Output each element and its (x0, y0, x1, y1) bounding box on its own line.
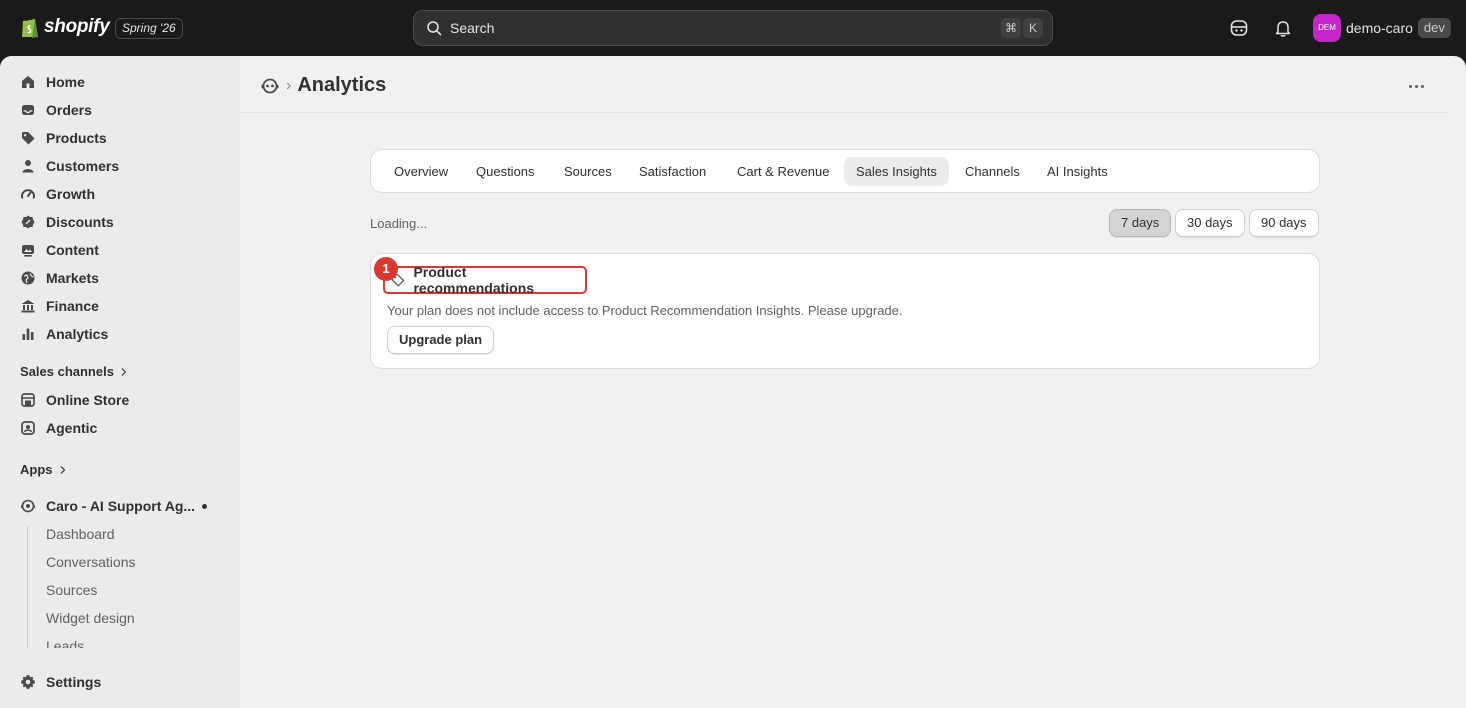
content-icon (22, 245, 34, 257)
release-badge: Spring '26 (115, 18, 183, 39)
subnav-rail (27, 526, 28, 648)
sidebar-item-label: Content (46, 242, 99, 258)
card-title: Product recommendations (413, 264, 535, 296)
env-badge: dev (1417, 18, 1451, 38)
search-placeholder: Search (450, 20, 495, 36)
sidebar-item-label: Orders (46, 102, 92, 118)
sidebar-item-growth[interactable]: Growth (12, 180, 228, 208)
bank-icon (21, 300, 35, 313)
sidebar-item-orders[interactable]: Orders (12, 96, 228, 124)
tab-sales-insights[interactable]: Sales Insights (844, 157, 949, 186)
sidebar-item-products[interactable]: Products (12, 124, 228, 152)
subnav-item-widget-design[interactable]: Widget design (46, 610, 135, 626)
app-name-label: Caro - AI Support Ag... (46, 498, 196, 514)
sidebar-item-label: Analytics (46, 326, 109, 342)
gear-icon (21, 675, 35, 689)
store-icon (21, 393, 35, 407)
shortcut-k-key: K (1023, 18, 1043, 38)
sidebar-item-label: Settings (46, 674, 102, 690)
sidebar-item-customers[interactable]: Customers (12, 152, 228, 180)
upgrade-plan-button[interactable]: Upgrade plan (387, 326, 495, 354)
upgrade-message: Your plan does not include access to Pro… (387, 303, 903, 318)
sidebar-item-settings[interactable]: Settings (12, 668, 228, 696)
sidebar-item-caro-app[interactable]: Caro - AI Support Ag... (12, 492, 228, 520)
search-bar[interactable]: Search ⌘ K (413, 10, 1053, 46)
tab-satisfaction[interactable]: Satisfaction (627, 157, 718, 186)
sidebar-item-label: Agentic (46, 420, 98, 436)
subnav-item-conversations[interactable]: Conversations (46, 554, 136, 570)
gauge-icon (21, 189, 35, 199)
globe-icon (21, 271, 35, 285)
sidebar-item-home[interactable]: Home (12, 68, 228, 96)
analytics-tabs: Overview Questions Sources Satisfaction … (370, 149, 1320, 193)
sidebar-item-label: Products (46, 130, 107, 146)
inbox-icon (22, 105, 34, 115)
search-icon (427, 21, 442, 36)
sidebar-item-label: Growth (46, 186, 95, 202)
sidebar-item-markets[interactable]: Markets (12, 264, 228, 292)
discount-icon (21, 215, 35, 229)
sidebar-item-label: Finance (46, 298, 99, 314)
sidebar-item-agentic[interactable]: Agentic (12, 414, 228, 442)
admin-shell: Home Orders Products Customers Growth Di… (0, 56, 1466, 708)
tab-cart-revenue[interactable]: Cart & Revenue (725, 157, 842, 186)
store-avatar: DEM (1313, 14, 1341, 42)
subnav-item-sources[interactable]: Sources (46, 582, 97, 598)
tab-overview[interactable]: Overview (382, 157, 460, 186)
breadcrumb-separator: › (286, 76, 292, 94)
header-divider (240, 112, 1448, 113)
top-bar: shopify Spring '26 Search ⌘ K DEM demo-c… (0, 0, 1466, 56)
sidebar-item-discounts[interactable]: Discounts (12, 208, 228, 236)
main-content: › Analytics Overview Questions Sources S… (240, 56, 1466, 708)
chevron-right-icon (121, 367, 127, 376)
loading-status: Loading... (370, 216, 428, 231)
apps-heading[interactable]: Apps (20, 462, 67, 477)
sidebar-item-label: Customers (46, 158, 120, 174)
shortcut-cmd-key: ⌘ (1001, 18, 1021, 38)
range-30-days-button[interactable]: 30 days (1175, 209, 1245, 237)
person-icon (22, 160, 34, 173)
shopify-logo[interactable]: shopify (20, 15, 110, 39)
sidebar-item-label: Online Store (46, 392, 130, 408)
sidebar-item-online-store[interactable]: Online Store (12, 386, 228, 414)
home-icon (22, 76, 34, 88)
sidebar-item-label: Discounts (46, 214, 114, 230)
sidebar: Home Orders Products Customers Growth Di… (0, 56, 240, 708)
tab-sources[interactable]: Sources (552, 157, 624, 186)
shopify-wordmark: shopify (44, 16, 110, 37)
sales-channels-heading[interactable]: Sales channels (20, 364, 128, 379)
tab-questions[interactable]: Questions (464, 157, 547, 186)
tag-icon (22, 132, 35, 145)
more-actions-icon[interactable] (1404, 76, 1428, 96)
notification-bell-icon[interactable] (1273, 18, 1293, 38)
sidebar-item-label: Home (46, 74, 85, 90)
sidebar-item-finance[interactable]: Finance (12, 292, 228, 320)
caro-app-icon[interactable] (260, 76, 280, 96)
range-7-days-button[interactable]: 7 days (1109, 209, 1172, 237)
card-title-highlight[interactable]: Product recommendations (383, 264, 587, 296)
tab-ai-insights[interactable]: AI Insights (1035, 157, 1120, 186)
caro-app-icon (21, 499, 35, 513)
sidebar-item-analytics[interactable]: Analytics (12, 320, 228, 348)
step-marker-badge: 1 (374, 257, 398, 281)
subnav-item-leads[interactable]: Leads (46, 638, 84, 648)
sidebar-item-label: Markets (46, 270, 99, 286)
sidebar-item-content[interactable]: Content (12, 236, 228, 264)
tab-channels[interactable]: Channels (953, 157, 1032, 186)
breadcrumb: › Analytics (260, 74, 386, 97)
shopify-bag-icon (22, 16, 38, 38)
product-recommendations-card: Product recommendations 1 Your plan does… (370, 253, 1320, 369)
agentic-icon (21, 421, 35, 435)
sales-channels-label: Sales channels (20, 364, 114, 379)
chevron-right-icon (60, 465, 65, 474)
store-name: demo-caro (1346, 20, 1413, 36)
account-menu[interactable]: DEM demo-caro dev (1313, 14, 1451, 42)
apps-label: Apps (20, 462, 53, 477)
subnav-item-dashboard[interactable]: Dashboard (46, 526, 115, 542)
page-title: Analytics (297, 74, 387, 96)
app-pinned-dot (202, 504, 207, 509)
sidekick-icon[interactable] (1229, 18, 1249, 38)
range-90-days-button[interactable]: 90 days (1249, 209, 1319, 237)
bar-chart-icon (22, 328, 34, 340)
